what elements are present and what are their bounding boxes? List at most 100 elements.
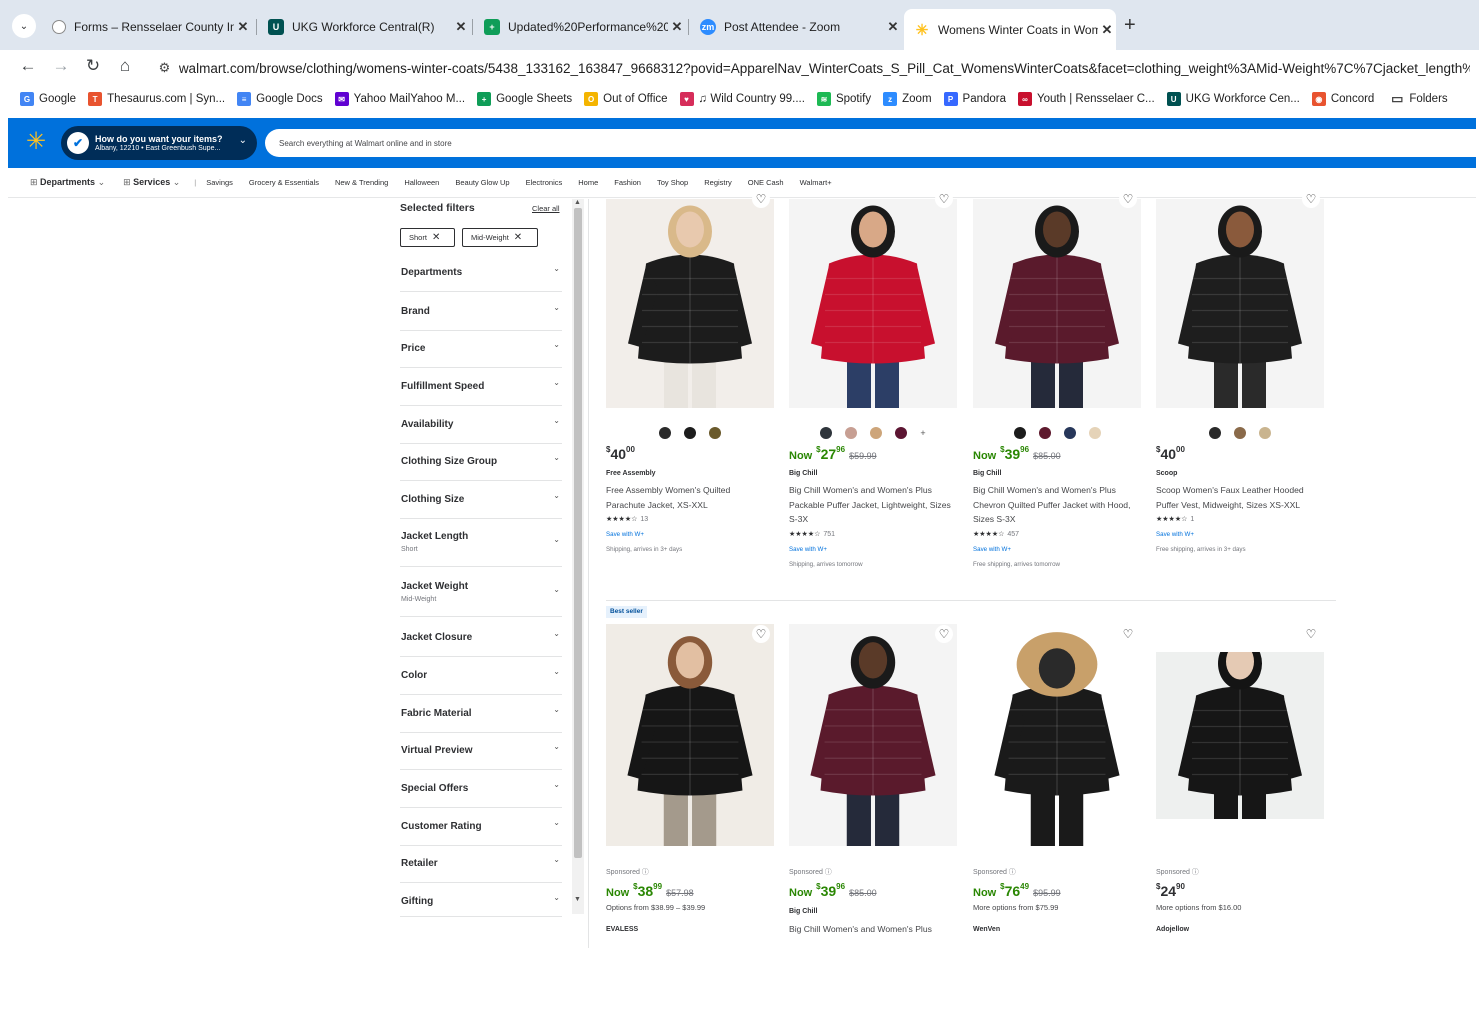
favorite-heart-icon[interactable]: ♡ xyxy=(1302,625,1320,643)
filter-jacket-closure[interactable]: Jacket Closure ⌄ xyxy=(400,619,562,657)
save-with-walmart-plus[interactable]: Save with W+ xyxy=(973,546,1011,553)
color-swatch[interactable] xyxy=(845,427,858,439)
bookmark-item[interactable]: O Out of Office xyxy=(584,92,668,106)
bookmark-item[interactable]: U UKG Workforce Cen... xyxy=(1166,92,1300,106)
departments-menu[interactable]: ⊞ Departments ⌄ xyxy=(30,177,105,188)
bookmark-item[interactable]: P Pandora xyxy=(943,92,1006,106)
filter-jacket-length[interactable]: Jacket Length Short ⌄ xyxy=(400,519,562,567)
filter-retailer[interactable]: Retailer ⌄ xyxy=(400,845,562,883)
nav-link[interactable]: ONE Cash xyxy=(748,178,784,187)
product-card[interactable]: ♡ Sponsored ⓘ Now $3899$57.98 Options from … xyxy=(606,624,774,1024)
tab-ukg[interactable]: U UKG Workforce Central(R) ✕ xyxy=(258,9,470,45)
product-card[interactable]: ♡ Sponsored ⓘ $2490 More options from $16.0… xyxy=(1156,624,1324,1024)
color-swatch[interactable] xyxy=(1013,427,1026,439)
bookmark-item[interactable]: + Google Sheets xyxy=(477,92,572,106)
filter-chip-mid-weight[interactable]: Mid-Weight ✕ xyxy=(462,228,538,247)
nav-link[interactable]: Toy Shop xyxy=(657,178,688,187)
filter-price[interactable]: Price ⌄ xyxy=(400,330,562,368)
more-colors[interactable]: + xyxy=(920,428,925,438)
filter-jacket-weight[interactable]: Jacket Weight Mid-Weight ⌄ xyxy=(400,569,562,617)
clear-all-link[interactable]: Clear all xyxy=(532,204,560,213)
filter-chip-short[interactable]: Short ✕ xyxy=(400,228,455,247)
favorite-heart-icon[interactable]: ♡ xyxy=(752,190,770,208)
bookmark-item[interactable]: ◉ Concord xyxy=(1311,92,1374,106)
fulfillment-location-button[interactable]: ✔ How do you want your items? Albany, 12… xyxy=(61,126,257,160)
save-with-walmart-plus[interactable]: Save with W+ xyxy=(789,546,827,553)
product-card[interactable]: ♡ $4000 Scoop Scoop Women's Faux Leather Ho… xyxy=(1156,190,1324,599)
nav-link[interactable]: New & Trending xyxy=(335,178,388,187)
services-menu[interactable]: ⊞ Services ⌄ xyxy=(123,177,180,188)
info-icon[interactable]: ⓘ xyxy=(1007,869,1016,876)
product-image[interactable] xyxy=(973,624,1141,846)
product-title[interactable]: Big Chill Women's and Women's Plus xyxy=(789,922,951,937)
tab-zoom[interactable]: zm Post Attendee - Zoom ✕ xyxy=(690,9,902,45)
favorite-heart-icon[interactable]: ♡ xyxy=(935,190,953,208)
bookmark-item[interactable]: T Thesaurus.com | Syn... xyxy=(88,92,225,106)
filter-fulfillment-speed[interactable]: Fulfillment Speed ⌄ xyxy=(400,368,562,406)
info-icon[interactable]: ⓘ xyxy=(823,869,832,876)
color-swatch[interactable] xyxy=(1088,427,1101,439)
product-card[interactable]: ♡ Sponsored ⓘ Now $3996$85.00 Big Chill Big … xyxy=(789,624,957,1024)
remove-icon[interactable]: ✕ xyxy=(432,232,440,243)
search-input[interactable]: Search everything at Walmart online and … xyxy=(265,129,1476,157)
nav-link[interactable]: Electronics xyxy=(526,178,563,187)
favorite-heart-icon[interactable]: ♡ xyxy=(752,625,770,643)
product-image[interactable] xyxy=(1156,652,1324,819)
nav-link[interactable]: Fashion xyxy=(614,178,641,187)
close-tab-icon[interactable]: ✕ xyxy=(884,19,902,35)
site-settings-icon[interactable]: ⚙ xyxy=(150,60,179,76)
nav-link[interactable]: Beauty Glow Up xyxy=(455,178,509,187)
favorite-heart-icon[interactable]: ♡ xyxy=(935,625,953,643)
product-title[interactable]: Free Assembly Women's Quilted Parachute … xyxy=(606,483,768,512)
bookmark-item[interactable]: ∞ Youth | Rensselaer C... xyxy=(1018,92,1155,106)
nav-link[interactable]: Walmart+ xyxy=(800,178,832,187)
color-swatch[interactable] xyxy=(659,427,671,439)
favorite-heart-icon[interactable]: ♡ xyxy=(1119,625,1137,643)
product-card[interactable]: ♡ Now $3996$85.00 Big Chill Big Chill Women… xyxy=(973,190,1141,599)
nav-link[interactable]: Halloween xyxy=(404,178,439,187)
filter-clothing-size-group[interactable]: Clothing Size Group ⌄ xyxy=(400,443,562,481)
color-swatch[interactable] xyxy=(820,427,833,439)
product-card[interactable]: ♡ Sponsored ⓘ Now $7649$95.99 More options … xyxy=(973,624,1141,1024)
back-icon[interactable]: ← xyxy=(17,56,39,76)
color-swatch[interactable] xyxy=(870,427,883,439)
nav-link[interactable]: Home xyxy=(578,178,598,187)
color-swatch[interactable] xyxy=(1259,427,1271,439)
product-card[interactable]: ♡ + Now $2796$59.99 Big Chill Big Chill Wome… xyxy=(789,190,957,599)
save-with-walmart-plus[interactable]: Save with W+ xyxy=(606,531,644,538)
nav-link[interactable]: Registry xyxy=(704,178,732,187)
tab-updated-performance[interactable]: + Updated%20Performance%20R ✕ xyxy=(474,9,686,45)
remove-icon[interactable]: ✕ xyxy=(514,232,522,243)
home-icon[interactable]: ⌂ xyxy=(114,56,136,76)
reload-icon[interactable]: ↻ xyxy=(82,56,104,76)
product-image[interactable] xyxy=(973,199,1141,408)
tab-forms[interactable]: Forms – Rensselaer County Intra ✕ xyxy=(42,9,252,45)
favorite-heart-icon[interactable]: ♡ xyxy=(1302,190,1320,208)
color-swatch[interactable] xyxy=(1038,427,1051,439)
close-tab-icon[interactable]: ✕ xyxy=(668,19,686,35)
filter-color[interactable]: Color ⌄ xyxy=(400,657,562,695)
product-image[interactable] xyxy=(606,624,774,846)
product-image[interactable] xyxy=(789,624,957,846)
filter-clothing-size[interactable]: Clothing Size ⌄ xyxy=(400,481,562,519)
tab-womens-winter-coats[interactable]: ✳ Womens Winter Coats in Wome ✕ xyxy=(904,9,1116,50)
forward-icon[interactable]: → xyxy=(50,56,72,76)
bookmark-item[interactable]: ≋ Spotify xyxy=(816,92,871,106)
info-icon[interactable]: ⓘ xyxy=(1190,869,1199,876)
product-image[interactable] xyxy=(1156,199,1324,408)
color-swatch[interactable] xyxy=(895,427,908,439)
bookmark-item[interactable]: ▭ Folders xyxy=(1390,91,1448,106)
bookmark-item[interactable]: ♥ ♫ Wild Country 99.... xyxy=(679,92,805,106)
product-title[interactable]: Scoop Women's Faux Leather Hooded Puffer… xyxy=(1156,483,1318,512)
nav-link[interactable]: Savings xyxy=(206,178,233,187)
filter-fabric-material[interactable]: Fabric Material ⌄ xyxy=(400,695,562,733)
close-tab-icon[interactable]: ✕ xyxy=(234,19,252,35)
color-swatch[interactable] xyxy=(1063,427,1076,439)
color-swatch[interactable] xyxy=(709,427,721,439)
info-icon[interactable]: ⓘ xyxy=(640,869,649,876)
bookmark-item[interactable]: z Zoom xyxy=(883,92,932,106)
bookmark-item[interactable]: ✉ Yahoo MailYahoo M... xyxy=(334,92,465,106)
filters-scrollbar[interactable]: ▲ ▼ xyxy=(572,199,584,914)
close-tab-icon[interactable]: ✕ xyxy=(452,19,470,35)
scroll-thumb[interactable] xyxy=(574,208,582,858)
